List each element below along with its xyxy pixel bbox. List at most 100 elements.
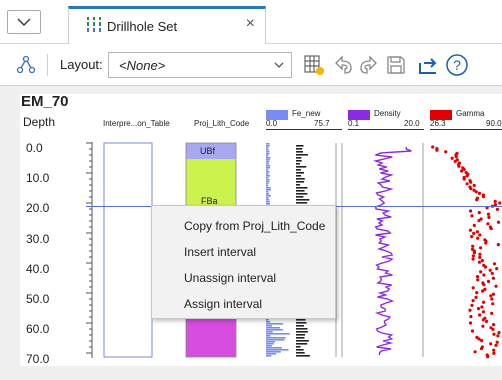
gamma-point <box>453 159 457 163</box>
sample-label-mark <box>296 352 305 354</box>
gamma-point <box>444 150 448 154</box>
gamma-point <box>470 303 474 307</box>
gamma-point <box>497 331 501 335</box>
gamma-point <box>472 251 476 255</box>
gamma-point <box>484 241 488 245</box>
gamma-point <box>454 155 458 159</box>
sample-label-mark <box>296 166 307 168</box>
sample-label-mark <box>296 337 305 339</box>
sample-label-mark <box>296 334 306 336</box>
menu-item-copy-from-proj-lith-code[interactable]: Copy from Proj_Lith_Code <box>184 219 325 233</box>
fe-bar <box>266 355 272 357</box>
gamma-point <box>492 262 497 266</box>
sample-label-mark <box>296 178 305 180</box>
gamma-point <box>492 351 496 355</box>
gamma-point <box>468 321 473 325</box>
gamma-point <box>495 340 499 344</box>
gamma-point <box>493 199 497 203</box>
gamma-point <box>476 307 481 311</box>
gamma-point <box>494 343 498 347</box>
gamma-point <box>486 279 491 283</box>
gamma-point <box>462 177 466 181</box>
gamma-point <box>469 209 473 213</box>
sample-label-mark <box>296 202 308 204</box>
lith-interval-lower <box>186 319 236 357</box>
gamma-point <box>477 260 481 264</box>
gamma-point <box>468 308 472 312</box>
gamma-point <box>479 347 484 351</box>
sample-label-mark <box>296 184 301 186</box>
gamma-point <box>470 235 474 239</box>
fe-bar <box>266 343 274 345</box>
gamma-point <box>491 276 495 280</box>
fe-bar <box>266 169 269 171</box>
fe-bar <box>266 323 283 325</box>
gamma-point <box>494 284 498 288</box>
gamma-point <box>465 174 469 178</box>
fe-bar <box>266 161 270 163</box>
fe-bar <box>266 145 270 147</box>
menu-item-unassign-interval[interactable]: Unassign interval <box>184 271 276 285</box>
gamma-point <box>471 244 475 248</box>
fe-bar <box>266 351 281 353</box>
gamma-point <box>492 323 496 327</box>
gamma-point <box>473 350 477 354</box>
gamma-point <box>460 169 464 173</box>
fe-bar <box>266 333 290 335</box>
gamma-point <box>477 191 482 195</box>
gamma-point <box>478 313 482 317</box>
gamma-point <box>480 305 484 309</box>
gamma-point <box>471 254 475 258</box>
sample-label-mark <box>296 319 306 321</box>
fe-bar <box>266 349 289 351</box>
fe-bar <box>266 353 277 355</box>
fe-bar <box>266 335 271 337</box>
gamma-point <box>496 220 501 224</box>
gamma-point <box>472 231 476 235</box>
menu-item-assign-interval[interactable]: Assign interval <box>184 297 262 311</box>
gamma-point <box>481 310 486 314</box>
sample-label-mark <box>296 175 302 177</box>
sample-label-mark <box>296 169 301 171</box>
gamma-point <box>490 297 494 301</box>
interpretation-table-track <box>103 142 153 358</box>
gamma-point <box>482 300 486 304</box>
gamma-point <box>469 315 473 319</box>
gamma-point <box>435 148 439 152</box>
fe-bar <box>266 347 282 349</box>
fe-bar <box>266 193 270 195</box>
gamma-point <box>489 227 493 231</box>
fe-bar <box>266 197 269 199</box>
gamma-point <box>481 289 485 293</box>
gamma-point <box>465 182 469 186</box>
gamma-point <box>481 324 485 328</box>
gamma-point <box>469 180 473 184</box>
gamma-point <box>478 255 482 259</box>
sample-label-mark <box>296 181 305 183</box>
fe-bar <box>266 175 271 177</box>
gamma-point <box>469 187 473 191</box>
gamma-point <box>472 183 476 187</box>
gamma-point <box>487 215 491 219</box>
gamma-point <box>486 222 490 226</box>
sample-label-mark <box>296 187 308 189</box>
gamma-point <box>496 334 500 338</box>
sample-label-mark <box>296 343 308 345</box>
gamma-point <box>489 294 493 298</box>
sample-label-mark <box>296 163 301 165</box>
sample-label-mark <box>296 190 305 192</box>
gamma-point <box>450 156 454 160</box>
gamma-point <box>482 283 486 287</box>
menu-item-insert-interval[interactable]: Insert interval <box>184 245 256 259</box>
fe-bar <box>266 143 270 145</box>
fe-bar <box>266 341 276 343</box>
fe-bar <box>266 149 269 151</box>
fe-bar <box>266 191 269 193</box>
gamma-point <box>495 267 499 271</box>
gamma-point <box>468 228 472 232</box>
sample-label-mark <box>296 349 304 351</box>
gamma-point <box>471 299 475 303</box>
gamma-point <box>498 201 502 205</box>
gamma-point <box>472 223 476 227</box>
fe-bar <box>266 187 271 189</box>
